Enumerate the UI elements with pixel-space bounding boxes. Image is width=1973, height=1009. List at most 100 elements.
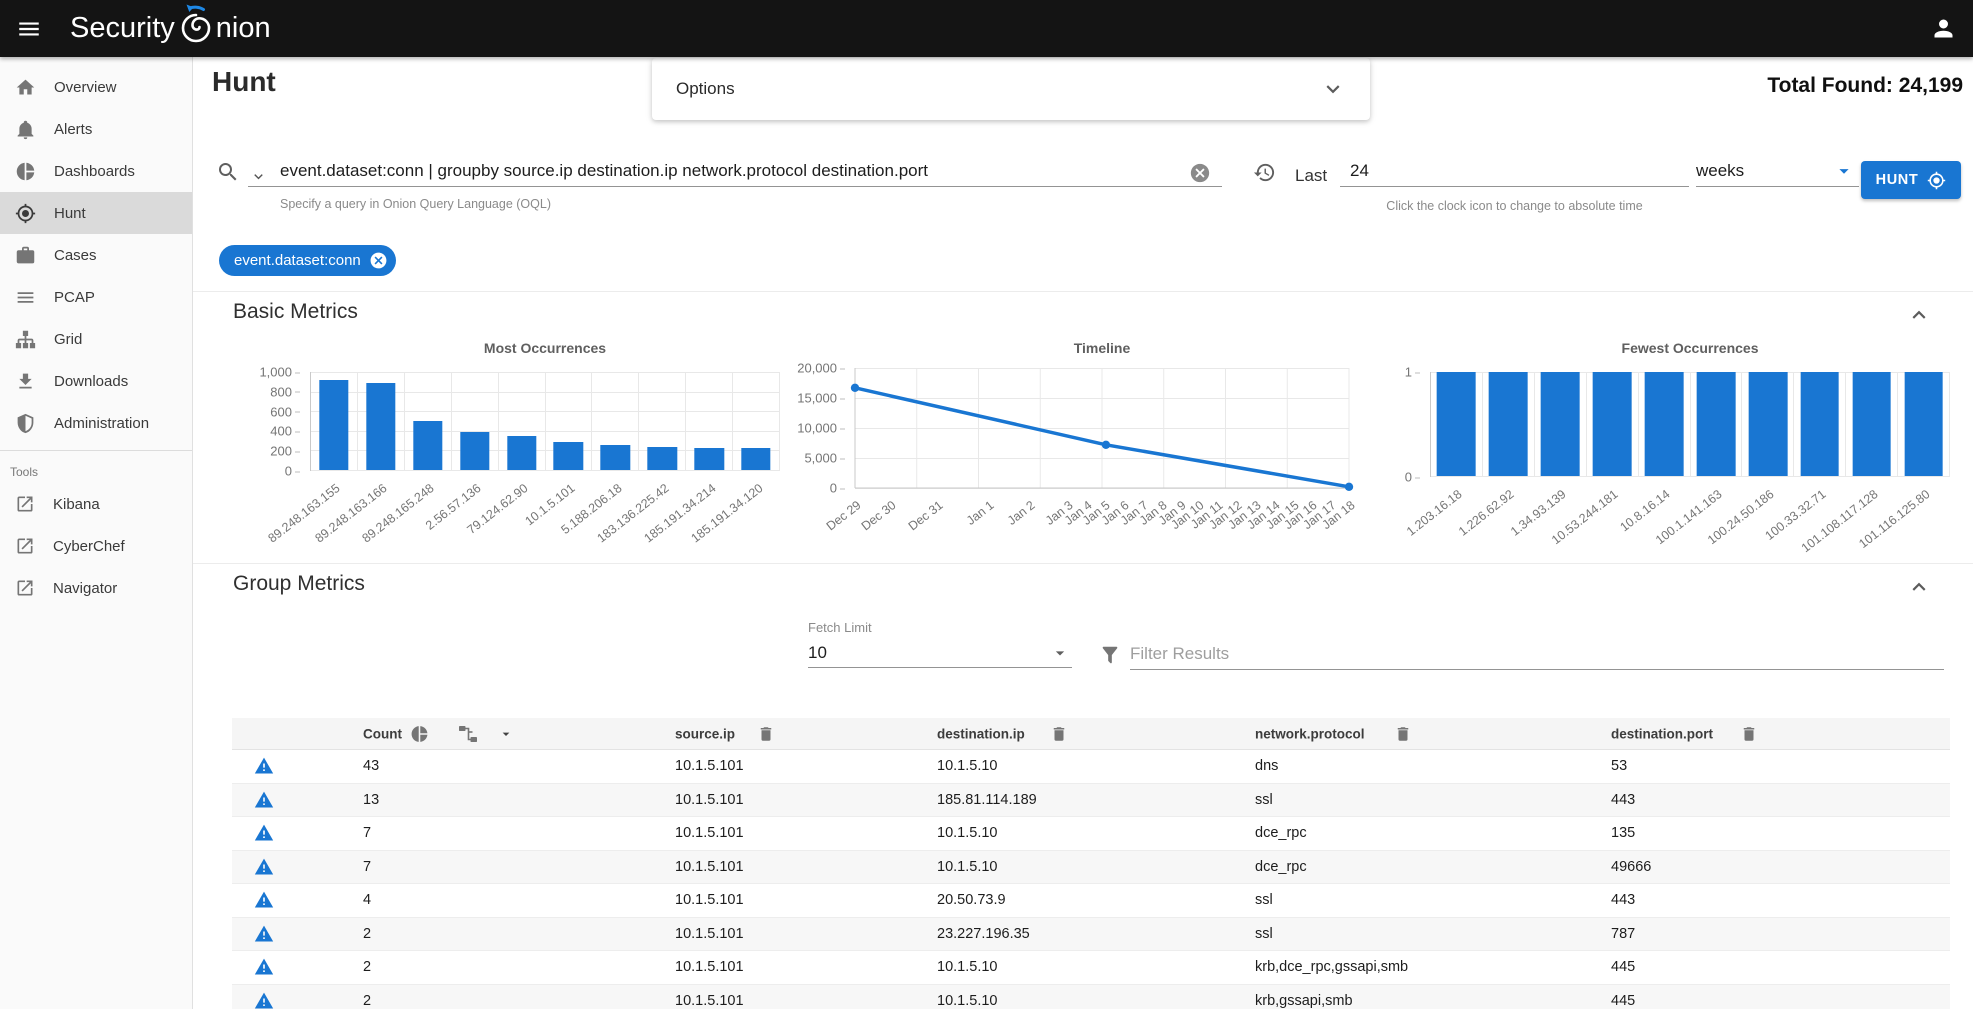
sidebar-item-hunt[interactable]: Hunt: [0, 192, 192, 234]
bars: [311, 372, 780, 470]
bar[interactable]: [741, 448, 770, 470]
bar-cell: [1742, 372, 1794, 476]
row-warning-icon[interactable]: [254, 957, 274, 977]
bar-cell: [639, 372, 686, 470]
row-warning-icon[interactable]: [254, 890, 274, 910]
bar[interactable]: [1437, 372, 1476, 476]
cell-count: 7: [363, 825, 371, 841]
column-header-network-protocol[interactable]: network.protocol: [1255, 726, 1365, 741]
row-warning-icon[interactable]: [254, 991, 274, 1009]
sidebar-item-pcap[interactable]: PCAP: [0, 276, 192, 318]
bar[interactable]: [1489, 372, 1528, 476]
data-point[interactable]: [1102, 441, 1110, 449]
column-header-count[interactable]: Count: [363, 726, 402, 741]
clear-query-icon[interactable]: [1189, 162, 1211, 184]
bar-cell: [452, 372, 499, 470]
row-warning-icon[interactable]: [254, 790, 274, 810]
sidebar-item-administration[interactable]: Administration: [0, 402, 192, 444]
column-header-source-ip[interactable]: source.ip: [675, 726, 735, 741]
cell-network-protocol: ssl: [1255, 892, 1273, 908]
bar[interactable]: [1749, 372, 1788, 476]
table-row[interactable]: 210.1.5.10110.1.5.10krb,dce_rpc,gssapi,s…: [232, 951, 1950, 985]
bar[interactable]: [319, 380, 348, 470]
table-row[interactable]: 1310.1.5.101185.81.114.189ssl443: [232, 784, 1950, 818]
fetch-limit-select[interactable]: 10: [808, 638, 1072, 668]
row-warning-icon[interactable]: [254, 924, 274, 944]
column-header-destination-ip[interactable]: destination.ip: [937, 726, 1025, 741]
table-row[interactable]: 410.1.5.10120.50.73.9ssl443: [232, 884, 1950, 918]
row-warning-icon[interactable]: [254, 857, 274, 877]
user-icon[interactable]: [1930, 15, 1957, 42]
bar[interactable]: [507, 436, 536, 470]
table-row[interactable]: 4310.1.5.10110.1.5.10dns53: [232, 750, 1950, 784]
options-expand-icon[interactable]: [1320, 76, 1346, 102]
delete-column-icon[interactable]: [1050, 725, 1068, 743]
sidebar-item-overview[interactable]: Overview: [0, 66, 192, 108]
filter-chip[interactable]: event.dataset:conn: [219, 245, 396, 276]
sidebar-item-dashboards[interactable]: Dashboards: [0, 150, 192, 192]
table-row[interactable]: 210.1.5.10110.1.5.10krb,gssapi,smb445: [232, 985, 1950, 1009]
query-input[interactable]: event.dataset:conn | groupby source.ip d…: [248, 156, 1222, 187]
sidebar-item-label: Navigator: [53, 580, 117, 597]
data-point[interactable]: [851, 384, 859, 392]
bar[interactable]: [554, 442, 583, 470]
bar[interactable]: [413, 421, 442, 470]
groupby-menu-icon[interactable]: [498, 726, 514, 742]
table-row[interactable]: 210.1.5.10123.227.196.35ssl787: [232, 918, 1950, 952]
bar[interactable]: [1904, 372, 1943, 476]
bar[interactable]: [366, 383, 395, 470]
sidebar-item-downloads[interactable]: Downloads: [0, 360, 192, 402]
external-link-icon: [15, 494, 35, 514]
row-warning-icon[interactable]: [254, 823, 274, 843]
query-hint: Specify a query in Onion Query Language …: [280, 197, 551, 211]
sidebar-item-label: Alerts: [54, 121, 92, 138]
bar[interactable]: [601, 445, 630, 470]
sidebar-item-cases[interactable]: Cases: [0, 234, 192, 276]
count-pie-icon[interactable]: [410, 724, 429, 743]
time-unit-select[interactable]: weeks: [1696, 156, 1859, 187]
delete-column-icon[interactable]: [1394, 725, 1412, 743]
bar[interactable]: [695, 448, 724, 470]
sidebar-item-grid[interactable]: Grid: [0, 318, 192, 360]
hunt-button-icon: [1927, 171, 1946, 190]
cell-source-ip: 10.1.5.101: [675, 892, 744, 908]
sidebar-item-alerts[interactable]: Alerts: [0, 108, 192, 150]
table-row[interactable]: 710.1.5.10110.1.5.10dce_rpc49666: [232, 851, 1950, 885]
time-duration-input[interactable]: 24: [1340, 156, 1689, 187]
row-warning-icon[interactable]: [254, 756, 274, 776]
hunt-button[interactable]: HUNT: [1861, 161, 1961, 199]
group-metrics-title: Group Metrics: [233, 572, 365, 596]
cell-source-ip: 10.1.5.101: [675, 859, 744, 875]
group-metrics-collapse-icon[interactable]: [1906, 574, 1932, 600]
delete-column-icon[interactable]: [757, 725, 775, 743]
sankey-icon[interactable]: [458, 724, 478, 744]
cell-count: 2: [363, 959, 371, 975]
chip-remove-icon[interactable]: [369, 251, 388, 270]
filter-results-input[interactable]: Filter Results: [1130, 638, 1944, 670]
bar[interactable]: [1852, 372, 1891, 476]
sidebar-item-cyberchef[interactable]: CyberChef: [0, 525, 192, 567]
bar[interactable]: [1541, 372, 1580, 476]
hamburger-icon[interactable]: [16, 16, 42, 42]
basic-metrics-collapse-icon[interactable]: [1906, 302, 1932, 328]
bar[interactable]: [1645, 372, 1684, 476]
options-panel[interactable]: Options: [652, 58, 1370, 120]
bar-cell: [1898, 372, 1950, 476]
column-header-destination-port[interactable]: destination.port: [1611, 726, 1713, 741]
bar[interactable]: [648, 447, 677, 470]
unit-select-icon[interactable]: [1833, 160, 1855, 182]
sidebar-item-label: CyberChef: [53, 538, 125, 555]
sidebar-item-navigator[interactable]: Navigator: [0, 567, 192, 609]
bar[interactable]: [1593, 372, 1632, 476]
bar[interactable]: [460, 432, 489, 470]
y-tick-label: 600: [270, 404, 292, 419]
cell-network-protocol: dns: [1255, 758, 1278, 774]
history-icon[interactable]: [1253, 161, 1276, 184]
bar[interactable]: [1697, 372, 1736, 476]
table-row[interactable]: 710.1.5.10110.1.5.10dce_rpc135: [232, 817, 1950, 851]
fetch-limit-icon[interactable]: [1050, 643, 1070, 663]
briefcase-icon: [15, 245, 36, 266]
delete-column-icon[interactable]: [1740, 725, 1758, 743]
sidebar-item-kibana[interactable]: Kibana: [0, 483, 192, 525]
bar[interactable]: [1800, 372, 1839, 476]
